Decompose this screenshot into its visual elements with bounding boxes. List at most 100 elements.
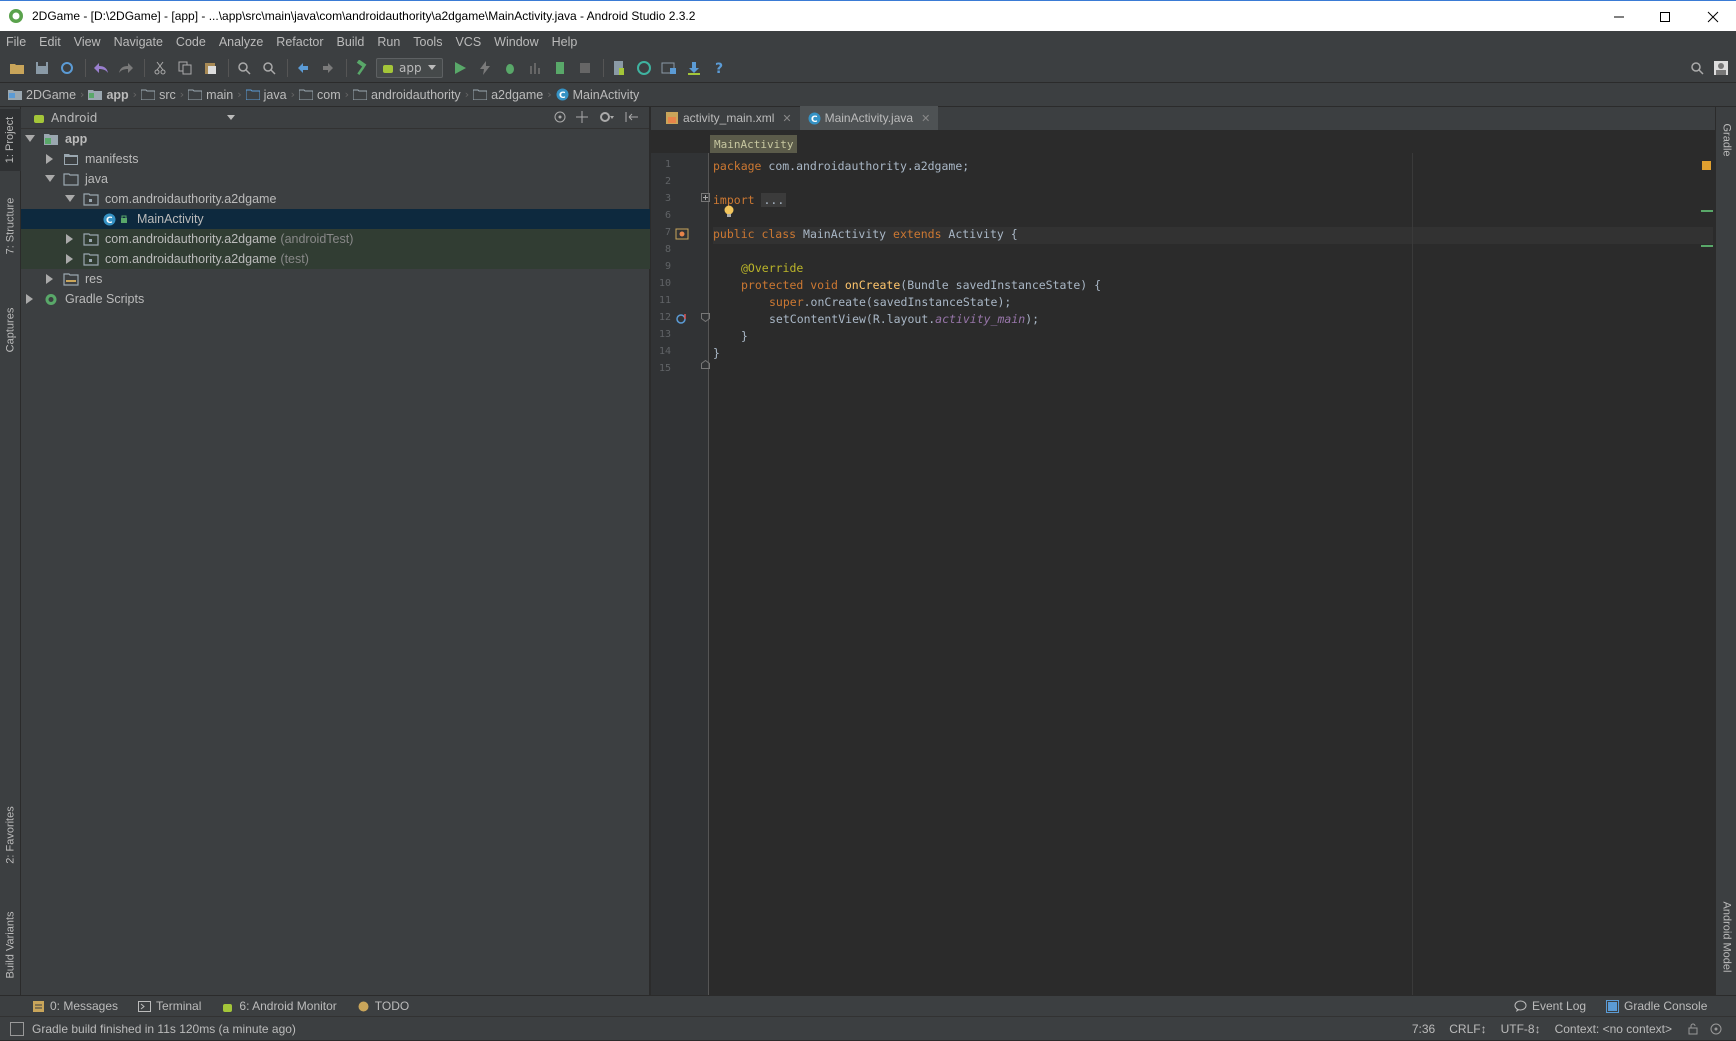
encoding-select[interactable]: UTF-8↕	[1501, 1022, 1541, 1036]
menu-file[interactable]: File	[6, 35, 26, 49]
close-tab-icon[interactable]: ✕	[921, 112, 930, 125]
folded-imports[interactable]: ...	[761, 193, 787, 207]
menu-build[interactable]: Build	[337, 35, 365, 49]
tab-terminal[interactable]: Terminal	[138, 999, 201, 1013]
menu-run[interactable]: Run	[377, 35, 400, 49]
breadcrumb-a2dgame[interactable]: a2dgame	[473, 88, 543, 102]
tab-android-model[interactable]: Android Model	[1716, 887, 1736, 987]
apply-changes-button[interactable]	[474, 57, 496, 79]
tab-messages[interactable]: 0: Messages	[32, 999, 118, 1013]
undo-button[interactable]	[90, 57, 112, 79]
replace-button[interactable]	[258, 57, 280, 79]
lightbulb-icon[interactable]	[723, 205, 735, 219]
breadcrumb-java[interactable]: java	[245, 88, 287, 102]
search-everywhere-button[interactable]	[1686, 57, 1708, 79]
code-content[interactable]: package com.androidauthority.a2dgame; im…	[713, 153, 1713, 995]
menu-help[interactable]: Help	[552, 35, 578, 49]
breadcrumb-app[interactable]: app	[88, 88, 129, 102]
tab-captures[interactable]: Captures	[0, 295, 21, 365]
tab-favorites[interactable]: 2: Favorites	[0, 795, 21, 875]
avd-manager-button[interactable]	[608, 57, 630, 79]
redo-button[interactable]	[115, 57, 137, 79]
fold-collapse-icon[interactable]	[701, 313, 710, 322]
hide-panel-icon[interactable]	[625, 110, 639, 124]
breadcrumb-mainactivity[interactable]: C MainActivity	[556, 88, 639, 102]
close-tab-icon[interactable]: ✕	[782, 112, 791, 125]
tree-item-app[interactable]: app	[21, 129, 650, 149]
minimize-button[interactable]	[1596, 1, 1642, 32]
breadcrumb-src[interactable]: src	[141, 88, 176, 102]
project-view-select[interactable]: Android	[33, 111, 236, 125]
menu-window[interactable]: Window	[494, 35, 538, 49]
menu-vcs[interactable]: VCS	[455, 35, 481, 49]
stop-button[interactable]	[574, 57, 596, 79]
tab-todo[interactable]: TODO	[357, 999, 409, 1013]
caret-position[interactable]: 7:36	[1412, 1022, 1435, 1036]
lock-icon[interactable]	[1688, 1023, 1698, 1035]
save-all-button[interactable]	[31, 57, 53, 79]
maximize-button[interactable]	[1642, 1, 1688, 32]
fold-end-icon[interactable]	[701, 360, 710, 369]
run-configuration-select[interactable]: app	[376, 57, 443, 78]
breadcrumb-androidauthority[interactable]: androidauthority	[353, 88, 461, 102]
override-gutter-icon[interactable]	[676, 313, 688, 325]
attach-debugger-button[interactable]	[549, 57, 571, 79]
forward-button[interactable]	[317, 57, 339, 79]
tab-android-monitor[interactable]: 6: Android Monitor	[221, 999, 337, 1013]
context-indicator[interactable]: Context: <no context>	[1555, 1022, 1672, 1036]
tree-item-manifests[interactable]: manifests	[21, 149, 650, 169]
find-button[interactable]	[233, 57, 255, 79]
tree-item-package-test[interactable]: com.androidauthority.a2dgame (test)	[21, 249, 650, 269]
tree-item-java[interactable]: java	[21, 169, 650, 189]
inspection-status-icon[interactable]	[1702, 161, 1711, 170]
gear-icon[interactable]	[599, 110, 615, 124]
back-button[interactable]	[292, 57, 314, 79]
tool-windows-toggle-icon[interactable]	[10, 1021, 24, 1036]
breadcrumb-com[interactable]: com	[299, 88, 341, 102]
run-button[interactable]	[449, 57, 471, 79]
tab-gradle-console[interactable]: Gradle Console	[1606, 999, 1707, 1013]
collapse-all-icon[interactable]	[575, 110, 589, 124]
breadcrumb-main[interactable]: main	[188, 88, 233, 102]
user-button[interactable]	[1710, 57, 1732, 79]
menu-edit[interactable]: Edit	[39, 35, 61, 49]
scroll-from-source-icon[interactable]	[553, 110, 567, 124]
project-structure-button[interactable]	[658, 57, 680, 79]
cut-button[interactable]	[149, 57, 171, 79]
tab-activity-main-xml[interactable]: activity_main.xml ✕	[657, 106, 800, 130]
menu-code[interactable]: Code	[176, 35, 206, 49]
tab-project[interactable]: 1: Project	[0, 109, 21, 171]
profile-button[interactable]	[524, 57, 546, 79]
menu-analyze[interactable]: Analyze	[219, 35, 263, 49]
help-button[interactable]: ?	[708, 57, 730, 79]
make-project-button[interactable]	[351, 57, 373, 79]
tree-item-res[interactable]: res	[21, 269, 650, 289]
sync-button[interactable]	[56, 57, 78, 79]
run-gutter-icon[interactable]	[675, 227, 689, 241]
tab-event-log[interactable]: Event Log	[1514, 999, 1586, 1013]
paste-button[interactable]	[199, 57, 221, 79]
tab-mainactivity-java[interactable]: C MainActivity.java ✕	[799, 106, 939, 130]
open-button[interactable]	[6, 57, 28, 79]
tree-item-gradle-scripts[interactable]: Gradle Scripts	[21, 289, 650, 309]
menu-tools[interactable]: Tools	[413, 35, 442, 49]
tab-structure[interactable]: 7: Structure	[0, 181, 21, 271]
gradle-sync-button[interactable]	[633, 57, 655, 79]
hector-inspector-icon[interactable]	[1710, 1023, 1722, 1035]
debug-button[interactable]	[499, 57, 521, 79]
editor-class-breadcrumb[interactable]: MainActivity	[710, 135, 798, 153]
copy-button[interactable]	[174, 57, 196, 79]
line-separator-select[interactable]: CRLF↕	[1449, 1022, 1486, 1036]
fold-expand-icon[interactable]	[701, 193, 710, 202]
close-button[interactable]	[1690, 1, 1736, 32]
menu-navigate[interactable]: Navigate	[114, 35, 163, 49]
breadcrumb-2dgame[interactable]: 2DGame	[8, 88, 76, 102]
tree-item-mainactivity[interactable]: C MainActivity	[21, 209, 650, 229]
menu-refactor[interactable]: Refactor	[276, 35, 323, 49]
tree-item-package-androidtest[interactable]: com.androidauthority.a2dgame (androidTes…	[21, 229, 650, 249]
tab-gradle[interactable]: Gradle	[1716, 111, 1736, 169]
tree-item-package-main[interactable]: com.androidauthority.a2dgame	[21, 189, 650, 209]
sdk-manager-button[interactable]	[683, 57, 705, 79]
menu-view[interactable]: View	[74, 35, 101, 49]
tab-build-variants[interactable]: Build Variants	[0, 897, 21, 993]
